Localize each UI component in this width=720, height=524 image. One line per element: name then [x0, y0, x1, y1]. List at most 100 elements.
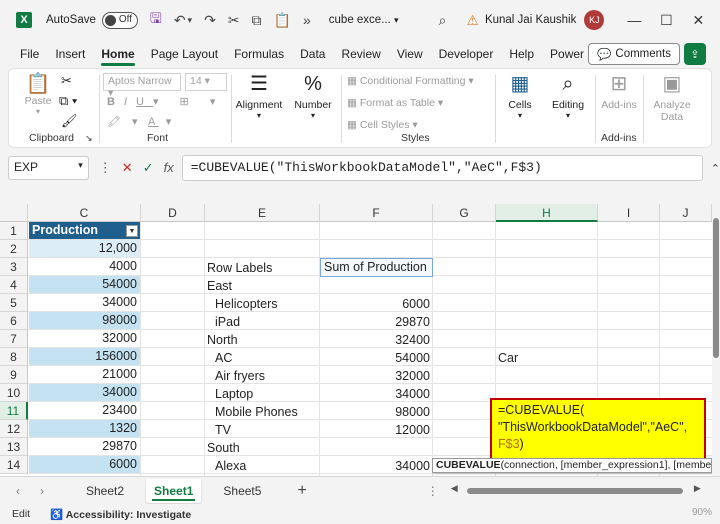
accessibility-status[interactable]: ♿ Accessibility: Investigate	[50, 508, 191, 521]
font-format-buttons[interactable]: BIU▾ ⊞ ▾	[107, 95, 224, 108]
share-button[interactable]: ⇪	[684, 43, 706, 65]
column-header-f[interactable]: F	[320, 204, 433, 222]
table-cell[interactable]: 6000	[29, 456, 141, 474]
column-header-e[interactable]: E	[205, 204, 320, 222]
table-cell[interactable]: 156000	[29, 348, 141, 366]
pivot-row-label[interactable]: Air fryers	[215, 367, 265, 385]
table-cell[interactable]: 12,000	[29, 240, 141, 258]
zoom-level[interactable]: 90%	[692, 507, 712, 518]
alignment-button[interactable]: ☰ Alignment ▾	[235, 73, 283, 120]
insert-function-icon[interactable]: fx	[164, 160, 174, 176]
tab-help[interactable]: Help	[501, 40, 542, 68]
cell-editor-h11[interactable]: =CUBEVALUE( "ThisWorkbookDataModel","AeC…	[490, 398, 706, 462]
table-header-production[interactable]: Production ▼	[29, 222, 141, 240]
pivot-row-label[interactable]: East	[207, 277, 232, 295]
tab-page-layout[interactable]: Page Layout	[143, 40, 226, 68]
search-icon[interactable]: ⌕	[439, 12, 447, 29]
pivot-row-label[interactable]: Alexa	[215, 457, 246, 475]
row-header[interactable]: 2	[0, 240, 28, 258]
column-header-j[interactable]: J	[660, 204, 712, 222]
add-sheet-icon[interactable]: +	[297, 482, 306, 500]
tab-home[interactable]: Home	[93, 40, 142, 68]
maximize-button[interactable]: ☐	[654, 12, 678, 29]
cell-h8[interactable]: Car	[498, 349, 518, 367]
row-header[interactable]: 9	[0, 366, 28, 384]
sheet-tab-sheet1[interactable]: Sheet1	[146, 478, 202, 503]
column-header-c[interactable]: C	[28, 204, 141, 222]
row-header[interactable]: 13	[0, 438, 28, 456]
column-header-g[interactable]: G	[433, 204, 496, 222]
scroll-left-icon[interactable]: ◀	[451, 483, 458, 494]
pivot-value[interactable]: 54000	[320, 349, 430, 367]
autosave-toggle[interactable]: Off	[101, 11, 138, 29]
vertical-scrollbar[interactable]	[712, 204, 720, 476]
more-commands-icon[interactable]: »	[303, 12, 311, 28]
clipboard-launcher-icon[interactable]: ↘	[85, 133, 93, 144]
table-cell[interactable]: 34000	[29, 384, 141, 402]
cancel-icon[interactable]: ✕	[122, 160, 133, 176]
table-cell[interactable]: 98000	[29, 312, 141, 330]
pivot-row-label[interactable]: Laptop	[215, 385, 253, 403]
vertical-scroll-thumb[interactable]	[713, 218, 719, 358]
name-box[interactable]: EXP ▾	[8, 156, 89, 180]
row-header[interactable]: 5	[0, 294, 28, 312]
worksheet-grid[interactable]: C D E F G H I J 1 2 3 4 5 6 7 8 9 10 11 …	[0, 204, 712, 476]
pivot-row-label[interactable]: North	[207, 331, 238, 349]
row-header-selected[interactable]: 11	[0, 402, 28, 420]
row-header[interactable]: 10	[0, 384, 28, 402]
pivot-value[interactable]: 34000	[320, 385, 430, 403]
minimize-button[interactable]: —	[622, 12, 646, 28]
cells-button[interactable]: ▦ Cells ▾	[499, 73, 541, 120]
row-header[interactable]: 12	[0, 420, 28, 438]
comments-button[interactable]: 💬 Comments	[588, 43, 680, 65]
table-cell[interactable]: 21000	[29, 366, 141, 384]
more-icon[interactable]: ⋮	[99, 160, 112, 176]
addins-button[interactable]: ⊞ Add-ins	[599, 73, 639, 111]
scroll-right-icon[interactable]: ▶	[694, 483, 701, 494]
pivot-value[interactable]: 32400	[320, 331, 430, 349]
horizontal-scrollbar[interactable]: ◀ ▶	[451, 483, 701, 495]
pivot-value[interactable]: 98000	[320, 403, 430, 421]
row-header[interactable]: 3	[0, 258, 28, 276]
pivot-value[interactable]: 32000	[320, 367, 430, 385]
table-cell[interactable]: 54000	[29, 276, 141, 294]
undo-icon[interactable]: ↶	[174, 12, 186, 29]
table-cell[interactable]: 4000	[29, 258, 141, 276]
redo-icon[interactable]: ↷	[204, 12, 216, 29]
pivot-row-label[interactable]: TV	[215, 421, 231, 439]
pivot-value[interactable]: 29870	[320, 313, 430, 331]
pivot-row-label[interactable]: iPad	[215, 313, 240, 331]
function-tooltip[interactable]: CUBEVALUE(connection, [member_expression…	[432, 458, 712, 473]
tab-data[interactable]: Data	[292, 40, 333, 68]
analyze-data-button[interactable]: ▣ Analyze Data	[647, 73, 697, 123]
row-header[interactable]: 8	[0, 348, 28, 366]
select-all-corner[interactable]	[0, 204, 28, 222]
close-button[interactable]: ✕	[686, 12, 710, 29]
table-cell[interactable]: 34000	[29, 294, 141, 312]
column-header-d[interactable]: D	[141, 204, 205, 222]
formula-input[interactable]: =CUBEVALUE("ThisWorkbookDataModel","AeC"…	[181, 155, 703, 181]
pivot-row-label[interactable]: Mobile Phones	[215, 403, 298, 421]
format-as-table-button[interactable]: ▦ Format as Table ▾	[347, 97, 443, 109]
tab-view[interactable]: View	[389, 40, 431, 68]
prev-sheet-icon[interactable]: ‹	[16, 484, 20, 498]
tab-review[interactable]: Review	[333, 40, 388, 68]
table-cell[interactable]: 23400	[29, 402, 141, 420]
pivot-value[interactable]: 12000	[320, 421, 430, 439]
font-name-box[interactable]: Aptos Narrow ▾	[103, 73, 181, 99]
tab-formulas[interactable]: Formulas	[226, 40, 292, 68]
copy-icon[interactable]: ⧉	[252, 12, 262, 29]
pivot-sum-header[interactable]: Sum of Production	[320, 258, 433, 277]
row-header[interactable]: 4	[0, 276, 28, 294]
row-header[interactable]: 7	[0, 330, 28, 348]
table-cell[interactable]: 29870	[29, 438, 141, 456]
format-painter-icon[interactable]: 🖌	[61, 113, 78, 129]
more-options-icon[interactable]: ⋮	[427, 484, 439, 498]
font-size-box[interactable]: 14 ▾	[185, 73, 227, 91]
paste-icon[interactable]: 📋	[274, 12, 291, 29]
row-header[interactable]: 14	[0, 456, 28, 474]
sheet-tab-sheet5[interactable]: Sheet5	[215, 479, 269, 503]
table-cell[interactable]: 1320	[29, 420, 141, 438]
number-button[interactable]: % Number ▾	[291, 73, 335, 120]
pivot-row-labels-header[interactable]: Row Labels	[207, 259, 272, 277]
